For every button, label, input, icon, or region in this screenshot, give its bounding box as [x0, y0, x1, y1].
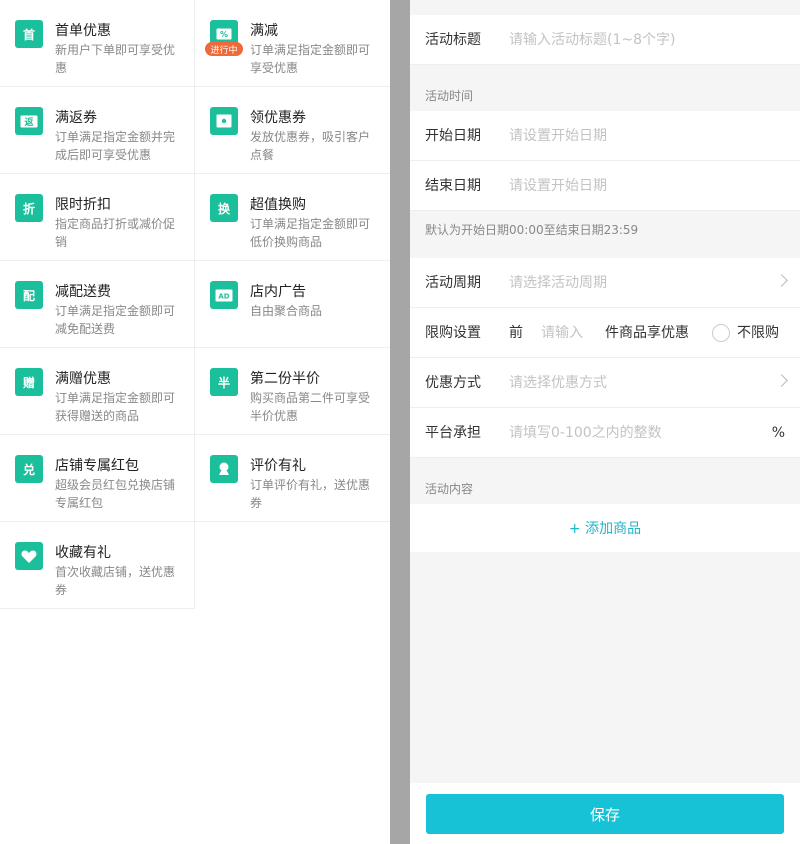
review-gift-icon: [210, 455, 238, 483]
activity-content-section-label: 活动内容: [425, 482, 474, 496]
exchange-icon: 换: [210, 194, 238, 222]
activity-description: 订单满足指定金额即可减免配送费: [55, 304, 176, 336]
purchase-limit-label: 限购设置: [425, 325, 481, 341]
activity-title: 超值换购: [250, 197, 306, 213]
activity-description: 超级会员红包兑换店铺专属红包: [55, 478, 176, 510]
activity-title: 满赠优惠: [55, 371, 111, 387]
activity-form-panel: 活动标题 请输入活动标题(1~8个字) 活动时间 开始日期 请设置开始日期 结束…: [410, 0, 800, 844]
activity-description: 订单满足指定金额即可享受优惠: [250, 43, 371, 75]
status-badge: 进行中: [205, 42, 243, 56]
activity-card[interactable]: 首首单优惠新用户下单即可享受优惠: [0, 0, 195, 87]
activity-card[interactable]: AD 店内广告自由聚合商品: [195, 261, 390, 348]
start-date-row[interactable]: 开始日期 请设置开始日期: [410, 111, 800, 161]
limit-prefix: 前: [509, 325, 523, 341]
heart-icon: [15, 542, 43, 570]
activity-description: 发放优惠券，吸引客户点餐: [250, 130, 371, 162]
return-coupon-icon: 返: [15, 107, 43, 135]
add-product-button[interactable]: + 添加商品: [569, 518, 641, 538]
svg-text:AD: AD: [218, 292, 229, 300]
limit-suffix: 件商品享优惠: [605, 325, 689, 341]
activity-title: 满返券: [55, 110, 97, 126]
discount-method-row[interactable]: 优惠方式 请选择优惠方式: [410, 358, 800, 408]
activity-card[interactable]: 换超值换购订单满足指定金额即可低价换购商品: [195, 174, 390, 261]
activity-cycle-row[interactable]: 活动周期 请选择活动周期: [410, 258, 800, 308]
gift-icon: 赠: [15, 368, 43, 396]
activity-title: 首单优惠: [55, 23, 111, 39]
add-product-row: + 添加商品: [410, 504, 800, 552]
activity-description: 自由聚合商品: [250, 304, 323, 318]
purchase-limit-row: 限购设置 前 请输入 件商品享优惠 不限购: [410, 308, 800, 358]
activity-card[interactable]: 兑店铺专属红包超级会员红包兑换店铺专属红包: [0, 435, 195, 522]
start-date-label: 开始日期: [425, 128, 481, 144]
activity-card[interactable]: 评价有礼订单评价有礼，送优惠券: [195, 435, 390, 522]
activity-description: 订单满足指定金额即可低价换购商品: [250, 217, 371, 249]
half-price-icon: 半: [210, 368, 238, 396]
activity-title: 领优惠券: [250, 110, 306, 126]
activity-description: 订单满足指定金额即可获得赠送的商品: [55, 391, 176, 423]
discount-method-label: 优惠方式: [425, 375, 481, 391]
no-limit-radio[interactable]: [712, 324, 730, 342]
red-packet-icon: 兑: [15, 455, 43, 483]
platform-share-label: 平台承担: [425, 425, 481, 441]
svg-text:%: %: [220, 30, 228, 39]
activity-time-section-label: 活动时间: [425, 89, 474, 103]
activity-title: 店铺专属红包: [55, 458, 139, 474]
end-date-row[interactable]: 结束日期 请设置开始日期: [410, 161, 800, 211]
discount-method-select[interactable]: 请选择优惠方式: [509, 358, 607, 408]
activity-card[interactable]: 折限时折扣指定商品打折或减价促销: [0, 174, 195, 261]
activity-description: 订单满足指定金额并完成后即可享受优惠: [55, 130, 176, 162]
activity-card[interactable]: 领优惠券发放优惠券，吸引客户点餐: [195, 87, 390, 174]
limit-quantity-input[interactable]: 请输入: [541, 308, 583, 358]
activity-description: 新用户下单即可享受优惠: [55, 43, 176, 75]
activity-title: 店内广告: [250, 284, 306, 300]
activity-cycle-select[interactable]: 请选择活动周期: [509, 258, 607, 308]
end-date-label: 结束日期: [425, 178, 481, 194]
discount-icon: 折: [15, 194, 43, 222]
delivery-fee-icon: 配: [15, 281, 43, 309]
end-date-input[interactable]: 请设置开始日期: [509, 161, 607, 211]
panel-divider: [390, 0, 410, 844]
activity-card[interactable]: 半第二份半价购买商品第二件可享受半价优惠: [195, 348, 390, 435]
activity-description: 购买商品第二件可享受半价优惠: [250, 391, 371, 423]
activity-type-panel: 首首单优惠新用户下单即可享受优惠% 满减订单满足指定金额即可享受优惠 进行中返 满返券…: [0, 0, 390, 844]
no-limit-label: 不限购: [737, 325, 779, 341]
activity-cycle-label: 活动周期: [425, 275, 481, 291]
activity-title-row[interactable]: 活动标题 请输入活动标题(1~8个字): [410, 15, 800, 65]
start-date-input[interactable]: 请设置开始日期: [509, 111, 607, 161]
activity-card[interactable]: 返 满返券订单满足指定金额并完成后即可享受优惠: [0, 87, 195, 174]
percent-unit: %: [771, 425, 785, 441]
activity-title: 限时折扣: [55, 197, 111, 213]
activity-title-input[interactable]: 请输入活动标题(1~8个字): [509, 15, 675, 65]
chevron-right-icon: [775, 374, 788, 387]
save-button[interactable]: 保存: [426, 794, 784, 834]
platform-share-input[interactable]: 请填写0-100之内的整数: [509, 408, 662, 458]
chevron-right-icon: [775, 274, 788, 287]
activity-card[interactable]: 收藏有礼首次收藏店铺，送优惠券: [0, 522, 195, 609]
activity-title: 减配送费: [55, 284, 111, 300]
activity-card[interactable]: 配减配送费订单满足指定金额即可减免配送费: [0, 261, 195, 348]
activity-title: 收藏有礼: [55, 545, 111, 561]
time-hint: 默认为开始日期00:00至结束日期23:59: [425, 223, 639, 237]
activity-description: 首次收藏店铺，送优惠券: [55, 565, 176, 597]
ad-icon: AD: [210, 281, 238, 309]
platform-share-row: 平台承担 请填写0-100之内的整数 %: [410, 408, 800, 458]
activity-title-label: 活动标题: [425, 32, 481, 48]
svg-text:返: 返: [24, 116, 33, 128]
footer-bar: 保存: [410, 783, 800, 844]
first-order-icon: 首: [15, 20, 43, 48]
coupon-icon: [210, 107, 238, 135]
activity-card[interactable]: 赠满赠优惠订单满足指定金额即可获得赠送的商品: [0, 348, 195, 435]
activity-title: 满减: [250, 23, 278, 39]
activity-description: 指定商品打折或减价促销: [55, 217, 176, 249]
activity-title: 评价有礼: [250, 458, 306, 474]
activity-description: 订单评价有礼，送优惠券: [250, 478, 371, 510]
activity-title: 第二份半价: [250, 371, 320, 387]
